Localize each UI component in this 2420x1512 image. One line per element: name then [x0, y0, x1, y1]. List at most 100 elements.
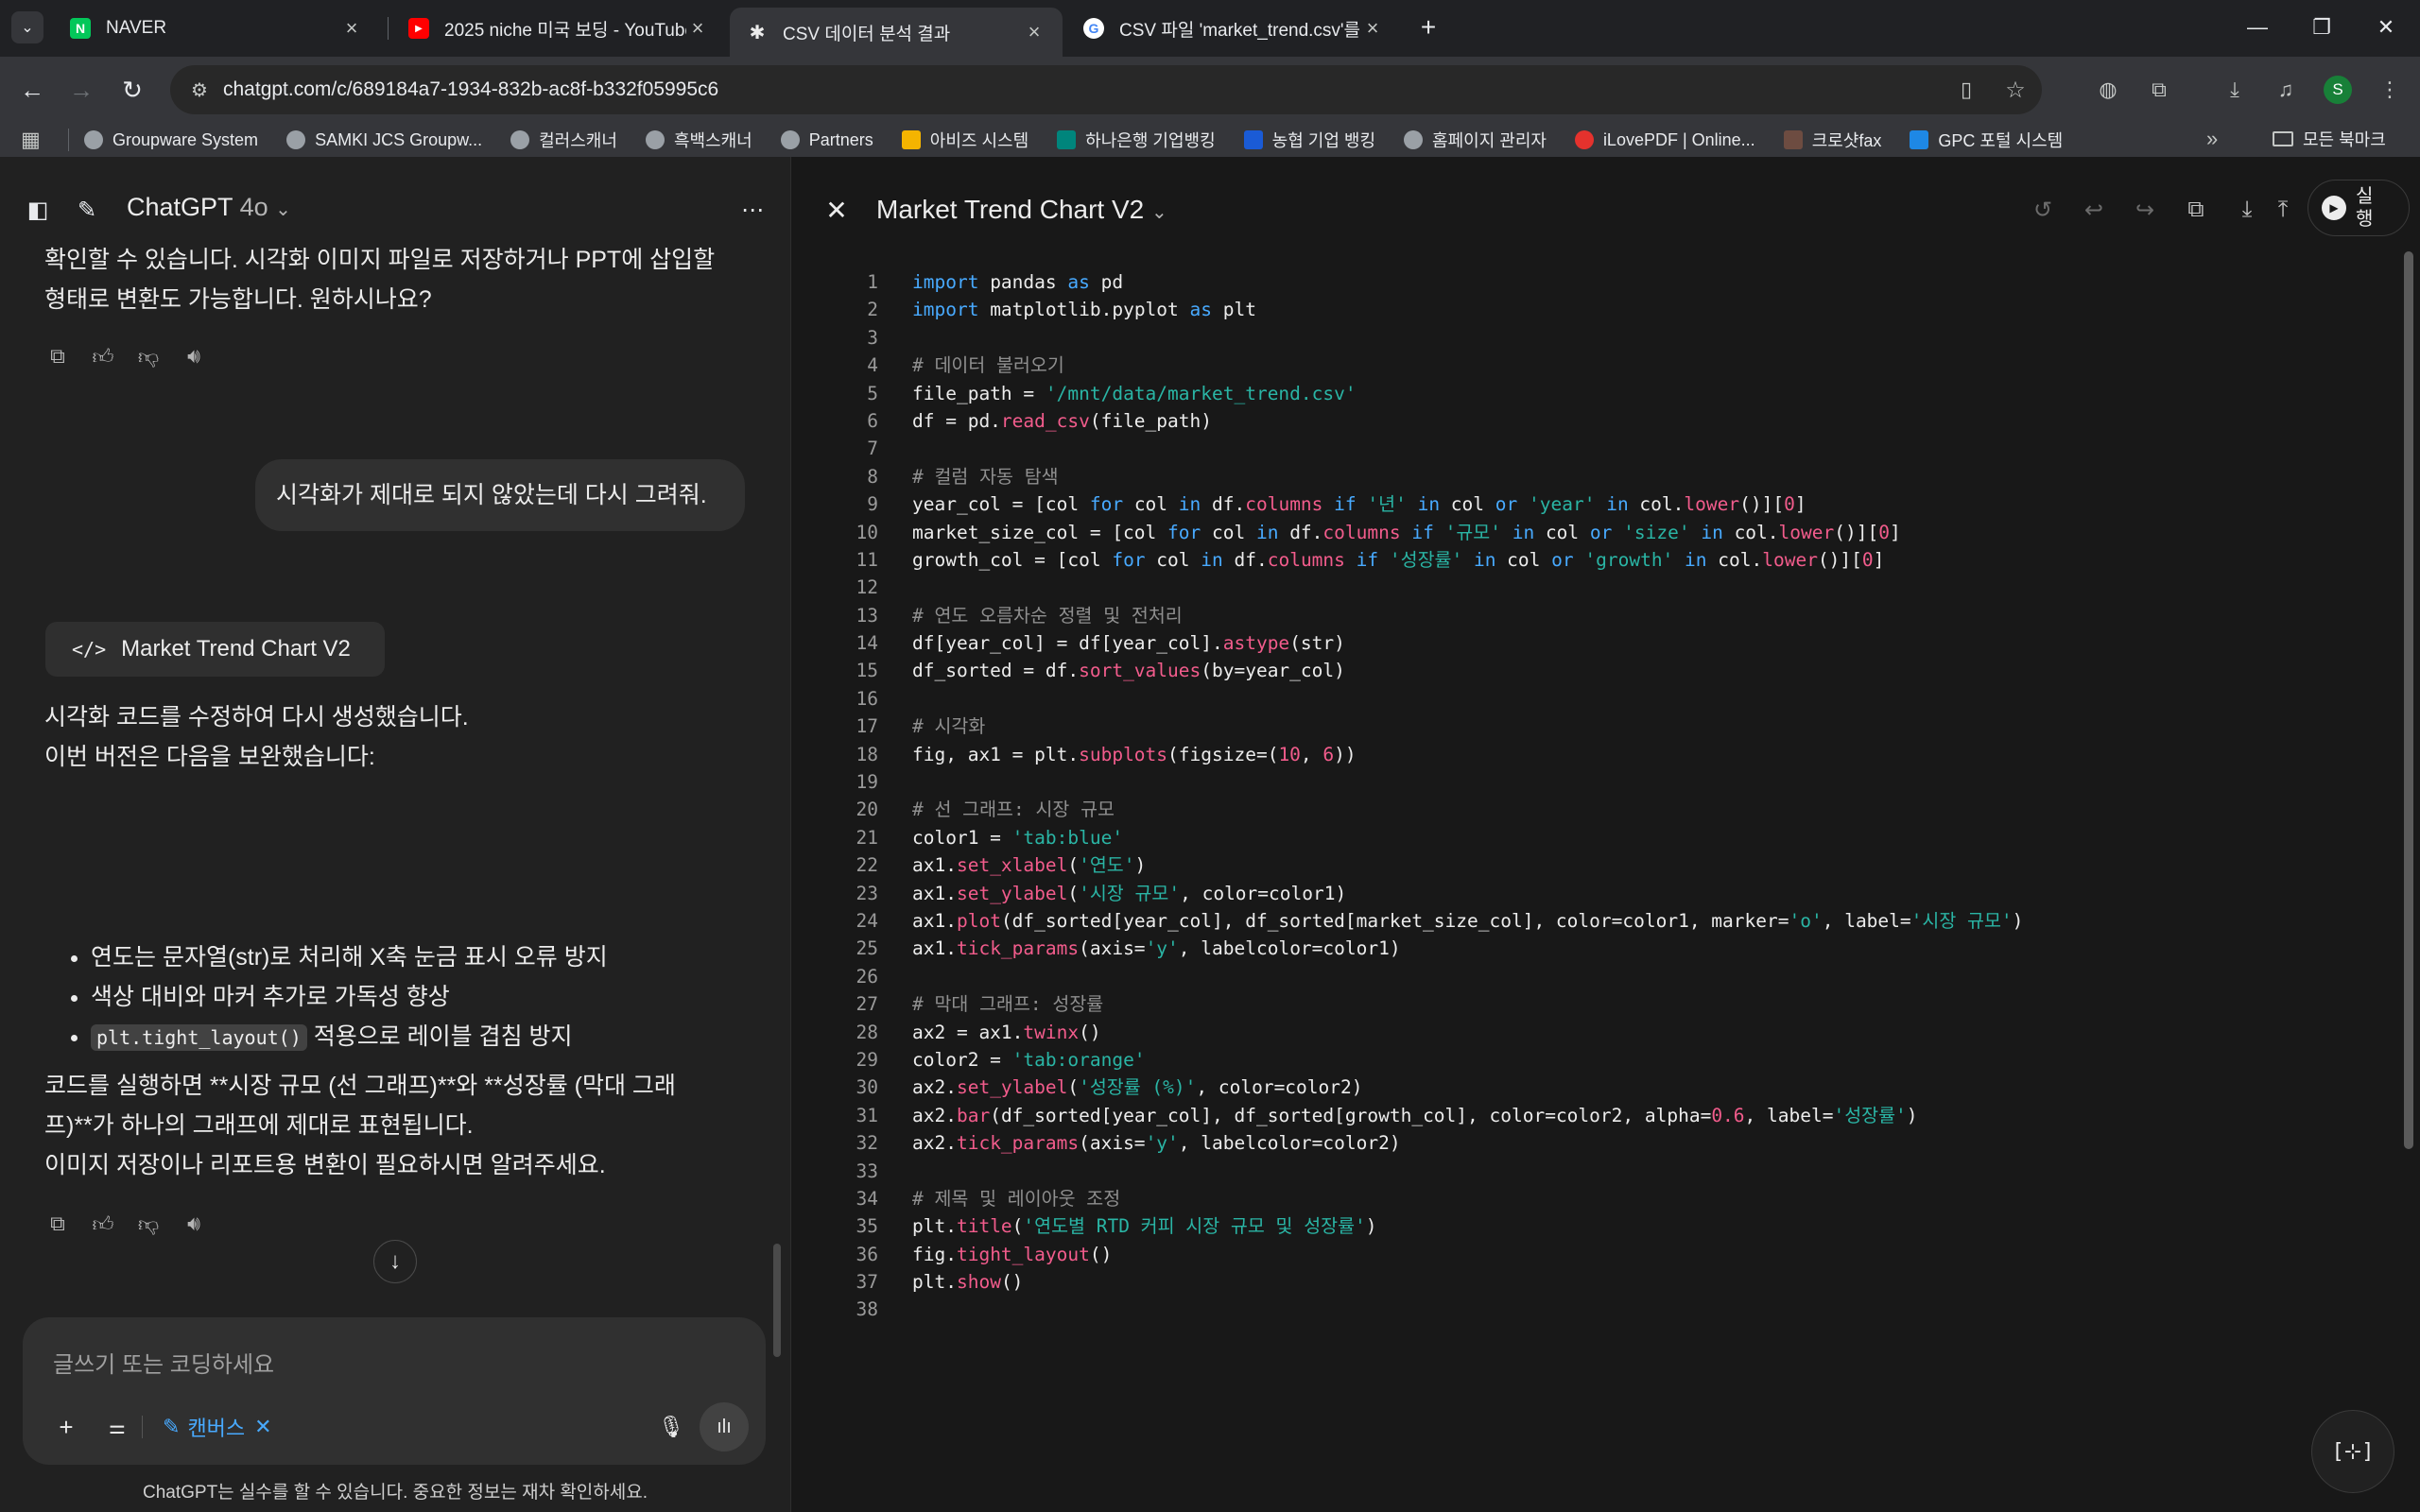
media-controls-button[interactable]: ♫	[2265, 69, 2307, 111]
thumbs-down-icon[interactable]: 👎︎	[134, 1210, 163, 1238]
code-line[interactable]: 38	[791, 1296, 2398, 1323]
tab-naver[interactable]: N NAVER ×	[53, 8, 380, 49]
code-scrollbar[interactable]	[2404, 251, 2413, 1149]
version-history-button[interactable]: ↺	[2022, 189, 2064, 231]
close-icon[interactable]: ×	[1023, 20, 1046, 44]
code-line[interactable]: 2 import matplotlib.pyplot as plt	[791, 296, 2398, 323]
apps-grid-icon[interactable]: ▦	[21, 128, 55, 152]
copy-code-button[interactable]: ⧉	[2175, 189, 2217, 231]
thumbs-down-icon[interactable]: 👎︎	[134, 342, 163, 370]
tab-youtube[interactable]: ▶ 2025 niche 미국 보딩 - YouTube ×	[391, 8, 726, 49]
undo-button[interactable]: ↩	[2073, 189, 2115, 231]
code-line[interactable]: 32 ax2.tick_params(axis='y', labelcolor=c…	[791, 1129, 2398, 1157]
new-tab-button[interactable]: +	[1412, 11, 1444, 43]
code-line[interactable]: 12	[791, 574, 2398, 601]
sidebar-toggle-button[interactable]: ◧	[19, 191, 57, 229]
thumbs-up-icon[interactable]: 👍︎	[89, 342, 117, 370]
code-line[interactable]: 17 # 시각화	[791, 713, 2398, 740]
code-line[interactable]: 22 ax1.set_xlabel('연도')	[791, 851, 2398, 879]
code-line[interactable]: 29 color2 = 'tab:orange'	[791, 1046, 2398, 1074]
code-editor[interactable]: 1 import pandas as pd 2 import matplotlib.p…	[791, 268, 2398, 1324]
window-close-button[interactable]: ✕	[2361, 9, 2411, 45]
bookmark-item[interactable]: iLovePDF | Online...	[1574, 130, 1755, 150]
code-line[interactable]: 28 ax2 = ax1.twinx()	[791, 1019, 2398, 1046]
copy-icon[interactable]: ⧉	[43, 1210, 72, 1238]
redo-button[interactable]: ↪	[2124, 189, 2166, 231]
scroll-to-bottom-button[interactable]: ↓	[373, 1240, 417, 1283]
code-line[interactable]: 15 df_sorted = df.sort_values(by=year_col…	[791, 657, 2398, 684]
close-icon[interactable]: ×	[340, 16, 363, 41]
page-icon[interactable]: ▯	[1944, 77, 1989, 102]
star-icon[interactable]: ☆	[1989, 77, 2042, 104]
code-line[interactable]: 30 ax2.set_ylabel('성장률 (%)', color=color2…	[791, 1074, 2398, 1101]
code-line[interactable]: 3	[791, 324, 2398, 352]
close-icon[interactable]: ✕	[254, 1415, 271, 1439]
bookmark-item[interactable]: 하나은행 기업뱅킹	[1057, 128, 1216, 152]
forward-button[interactable]: →	[60, 69, 102, 111]
code-line[interactable]: 10 market_size_col = [col for col in df.c…	[791, 519, 2398, 546]
code-line[interactable]: 24 ax1.plot(df_sorted[year_col], df_sorte…	[791, 907, 2398, 935]
bookmark-item[interactable]: 아비즈 시스템	[901, 128, 1028, 152]
dictate-button[interactable]: 🎙︎	[654, 1408, 688, 1446]
code-line[interactable]: 19	[791, 768, 2398, 796]
reload-button[interactable]: ↻	[112, 69, 153, 111]
code-line[interactable]: 18 fig, ax1 = plt.subplots(figsize=(10, 6…	[791, 741, 2398, 768]
canvas-tool-chip[interactable]: ✎ 캔버스 ✕	[163, 1408, 272, 1446]
tab-google-csv[interactable]: G CSV 파일 'market_trend.csv'를 ×	[1066, 8, 1401, 49]
message-composer[interactable]: 글쓰기 또는 코딩하세요 + ⚌ ✎ 캔버스 ✕ 🎙︎ ılı	[23, 1317, 766, 1465]
bookmark-item[interactable]: 크로샷fax	[1783, 128, 1881, 152]
bookmark-item[interactable]: Groupware System	[84, 130, 258, 150]
copy-icon[interactable]: ⧉	[43, 342, 72, 370]
bookmark-item[interactable]: Partners	[780, 130, 873, 150]
code-line[interactable]: 7	[791, 435, 2398, 462]
code-line[interactable]: 9 year_col = [col for col in df.columns i…	[791, 490, 2398, 518]
code-line[interactable]: 6 df = pd.read_csv(file_path)	[791, 407, 2398, 435]
profile-avatar[interactable]: S	[2324, 76, 2352, 104]
code-review-button[interactable]: [⊹]	[2311, 1410, 2394, 1493]
share-button[interactable]: ⤒	[2262, 189, 2304, 231]
code-line[interactable]: 14 df[year_col] = df[year_col].astype(str…	[791, 629, 2398, 657]
bookmark-item[interactable]: SAMKI JCS Groupw...	[286, 130, 482, 150]
minimize-button[interactable]: —	[2233, 9, 2282, 45]
chevron-double-right-icon[interactable]: »	[2206, 127, 2218, 151]
conversation-options-button[interactable]: ⋯	[734, 191, 771, 229]
close-icon[interactable]: ×	[1361, 16, 1384, 41]
canvas-title[interactable]: Market Trend Chart V2 ⌄	[876, 195, 1167, 225]
url-text[interactable]: chatgpt.com/c/689184a7-1934-832b-ac8f-b3…	[223, 78, 1944, 101]
all-bookmarks-button[interactable]: 모든 북마크	[2273, 127, 2386, 151]
code-line[interactable]: 16	[791, 685, 2398, 713]
tab-csv-analysis[interactable]: ✱ CSV 데이터 분석 결과 ×	[730, 8, 1063, 57]
code-line[interactable]: 20 # 선 그래프: 시장 규모	[791, 796, 2398, 823]
browser-menu-button[interactable]: ⋮	[2369, 69, 2411, 111]
voice-mode-button[interactable]: ılı	[700, 1402, 749, 1452]
new-chat-button[interactable]: ✎	[68, 191, 106, 229]
bookmark-item[interactable]: 흑백스캐너	[645, 128, 752, 152]
restore-button[interactable]: ❐	[2297, 9, 2346, 45]
code-line[interactable]: 31 ax2.bar(df_sorted[year_col], df_sorted…	[791, 1102, 2398, 1129]
code-line[interactable]: 4 # 데이터 불러오기	[791, 352, 2398, 379]
run-code-button[interactable]: ▶ 실행	[2308, 180, 2410, 236]
code-line[interactable]: 36 fig.tight_layout()	[791, 1241, 2398, 1268]
speaker-icon[interactable]: 🔊︎	[180, 1210, 208, 1238]
code-line[interactable]: 8 # 컬럼 자동 탐색	[791, 463, 2398, 490]
bookmark-item[interactable]: 홈페이지 관리자	[1404, 128, 1547, 152]
site-settings-icon[interactable]: ⚙	[176, 78, 223, 102]
downloads-button[interactable]: ⤓	[2214, 69, 2256, 111]
extensions-button[interactable]: ⧉	[2138, 69, 2180, 111]
speaker-icon[interactable]: 🔊︎	[180, 342, 208, 370]
chat-scrollbar[interactable]	[773, 1244, 781, 1357]
bookmark-item[interactable]: GPC 포털 시스템	[1910, 128, 2063, 152]
bookmark-item[interactable]: 농협 기업 뱅킹	[1243, 128, 1375, 152]
code-line[interactable]: 35 plt.title('연도별 RTD 커피 시장 규모 및 성장률')	[791, 1212, 2398, 1240]
code-line[interactable]: 1 import pandas as pd	[791, 268, 2398, 296]
canvas-document-chip[interactable]: </> Market Trend Chart V2	[45, 622, 385, 677]
address-bar[interactable]: ⚙ chatgpt.com/c/689184a7-1934-832b-ac8f-…	[170, 65, 2042, 114]
composer-input[interactable]: 글쓰기 또는 코딩하세요	[53, 1346, 274, 1379]
tab-search-button[interactable]: ⌄	[11, 11, 43, 43]
back-button[interactable]: ←	[11, 69, 53, 111]
code-line[interactable]: 27 # 막대 그래프: 성장률	[791, 990, 2398, 1018]
code-line[interactable]: 21 color1 = 'tab:blue'	[791, 824, 2398, 851]
code-line[interactable]: 25 ax1.tick_params(axis='y', labelcolor=c…	[791, 935, 2398, 962]
attach-button[interactable]: +	[47, 1408, 85, 1446]
thumbs-up-icon[interactable]: 👍︎	[89, 1210, 117, 1238]
